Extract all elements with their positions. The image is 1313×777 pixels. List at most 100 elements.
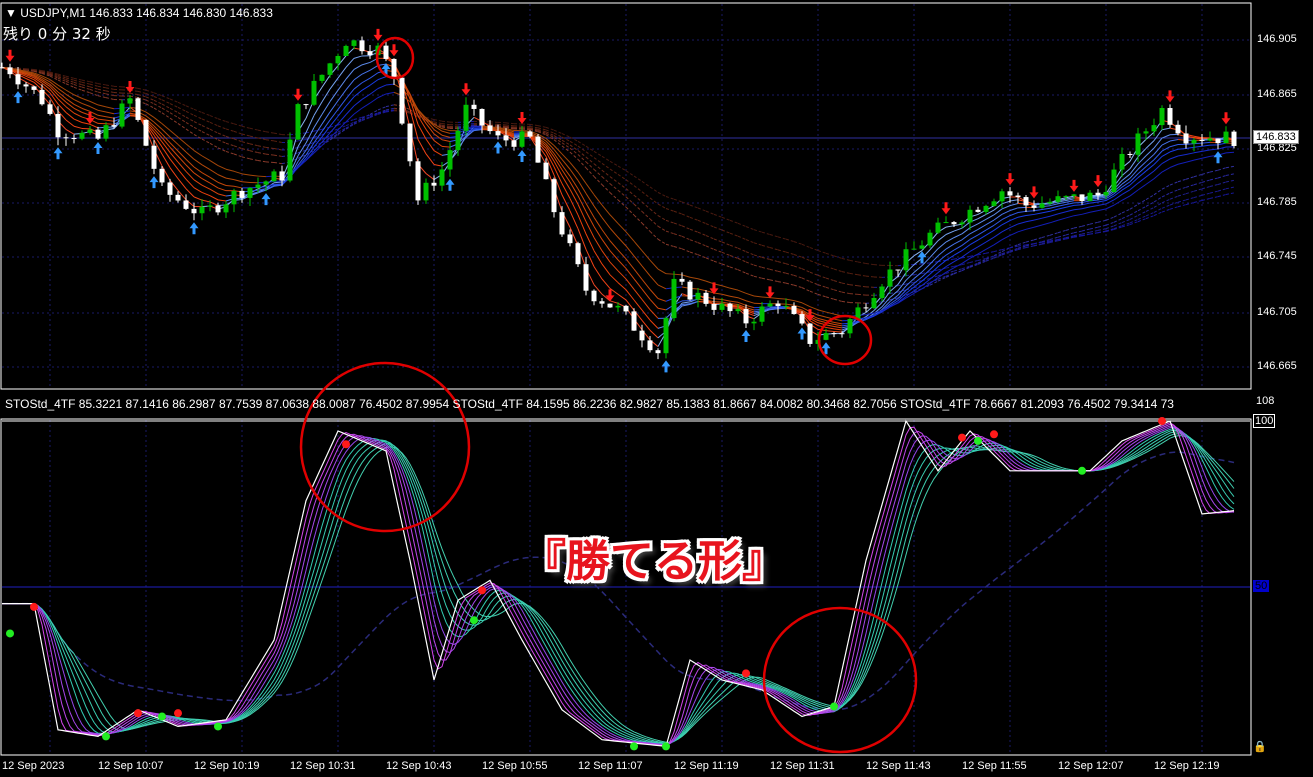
- slow-ma-segment: [769, 247, 779, 251]
- triangle-down-icon[interactable]: ▼: [5, 6, 17, 20]
- fast-ma-segment: [217, 193, 227, 197]
- slow-ma-segment: [793, 265, 803, 270]
- slow-ma-segment: [1217, 175, 1227, 179]
- sell-arrow-icon: [805, 309, 815, 322]
- fast-ma-segment: [425, 129, 435, 141]
- slow-ma-segment: [769, 234, 779, 238]
- symbol-header: ▼ USDJPY,M1 146.833 146.834 146.830 146.…: [5, 6, 273, 20]
- slow-ma-segment: [1177, 199, 1187, 203]
- candle-body: [1039, 203, 1045, 208]
- fast-ma-segment: [585, 203, 595, 218]
- fast-ma-segment: [585, 233, 595, 251]
- fast-ma-segment: [1001, 215, 1011, 221]
- candles: [0, 36, 1237, 360]
- slow-ma-segment: [705, 223, 715, 228]
- fast-ma-segment: [65, 129, 75, 135]
- slow-ma-segment: [1185, 190, 1195, 195]
- slow-ma-segment: [185, 116, 195, 122]
- slow-ma-segment: [257, 152, 267, 155]
- fast-ma-segment: [985, 214, 995, 220]
- slow-ma-segment: [241, 141, 251, 145]
- candle-body: [791, 305, 797, 315]
- slow-ma-segment: [1129, 203, 1139, 210]
- slow-ma-segment: [1057, 234, 1067, 238]
- slow-ma-segment: [809, 260, 819, 265]
- fast-ma-segment: [641, 309, 651, 321]
- slow-ma-segment: [233, 130, 243, 135]
- fast-ma-segment: [641, 278, 651, 290]
- fast-ma-segment: [1025, 210, 1035, 212]
- candle-body: [255, 184, 261, 188]
- slow-ma-segment: [1113, 212, 1123, 218]
- slow-ma-segment: [241, 156, 251, 160]
- fast-ma-segment: [233, 179, 243, 183]
- lock-icon[interactable]: 🔒: [1253, 740, 1267, 753]
- fast-ma-segment: [217, 187, 227, 192]
- candle-body: [727, 303, 733, 312]
- candle-body: [1063, 195, 1069, 197]
- fast-ma-segment: [817, 309, 827, 313]
- slow-ma-segment: [825, 286, 835, 291]
- slow-ma-segment: [745, 272, 755, 277]
- fast-ma-segment: [977, 224, 987, 230]
- slow-ma-segment: [1073, 225, 1083, 229]
- slow-ma-segment: [801, 268, 811, 273]
- fast-ma-segment: [609, 274, 619, 283]
- slow-ma-segment: [761, 244, 771, 249]
- fast-ma-segment: [993, 219, 1003, 226]
- slow-ma-segment: [897, 275, 907, 278]
- candle-body: [143, 119, 149, 146]
- fast-ma-segment: [353, 73, 363, 81]
- candle-body: [183, 200, 189, 209]
- fast-ma-segment: [1025, 226, 1035, 230]
- candle-body: [671, 278, 677, 319]
- fast-ma-segment: [945, 230, 955, 235]
- slow-ma-segment: [585, 161, 595, 170]
- fast-ma-segment: [713, 298, 723, 300]
- candle-body: [871, 297, 877, 309]
- fast-ma-segment: [961, 239, 971, 246]
- fast-ma-segment: [1073, 208, 1083, 211]
- fast-ma-segment: [209, 201, 219, 206]
- fast-ma-segment: [169, 167, 179, 179]
- slow-ma-segment: [713, 248, 723, 253]
- slow-ma-segment: [1177, 204, 1187, 208]
- fast-ma-segment: [625, 245, 635, 257]
- slow-ma-segment: [113, 88, 123, 91]
- slow-ma-segment: [1185, 176, 1195, 180]
- fast-ma-segment: [369, 97, 379, 104]
- slow-ma-segment: [673, 210, 683, 215]
- fast-ma-segment: [681, 274, 691, 278]
- slow-ma-segment: [761, 266, 771, 270]
- slow-ma-segment: [833, 268, 843, 273]
- slow-ma-segment: [1201, 171, 1211, 175]
- slow-ma-segment: [737, 257, 747, 263]
- candle-body: [71, 138, 77, 140]
- fast-ma-segment: [65, 89, 75, 96]
- slow-ma-segment: [841, 257, 851, 261]
- fast-ma-segment: [1033, 224, 1043, 228]
- stochastic-red-dot: [174, 709, 182, 718]
- slow-ma-segment: [769, 258, 779, 263]
- slow-ma-segment: [81, 86, 91, 90]
- slow-ma-segment: [889, 291, 899, 294]
- fast-ma-segment: [353, 89, 363, 98]
- slow-ma-segment: [225, 150, 235, 155]
- slow-ma-segment: [1225, 179, 1235, 183]
- slow-ma-segment: [161, 107, 171, 114]
- slow-ma-segment: [193, 114, 203, 120]
- fast-ma-segment: [1153, 171, 1163, 180]
- fast-ma-segment: [89, 123, 99, 129]
- slow-ma-segment: [857, 261, 867, 264]
- candle-body: [823, 333, 829, 340]
- slow-ma-segment: [673, 198, 683, 203]
- candle-body: [63, 137, 69, 139]
- slow-ma-segment: [745, 239, 755, 244]
- chart-canvas[interactable]: [0, 0, 1313, 777]
- fast-ma-segment: [561, 169, 571, 183]
- slow-ma-segment: [505, 122, 515, 125]
- fast-ma-segment: [993, 208, 1003, 216]
- slow-ma-segment: [633, 194, 643, 203]
- slow-ma-segment: [697, 219, 707, 225]
- candle-body: [167, 182, 173, 195]
